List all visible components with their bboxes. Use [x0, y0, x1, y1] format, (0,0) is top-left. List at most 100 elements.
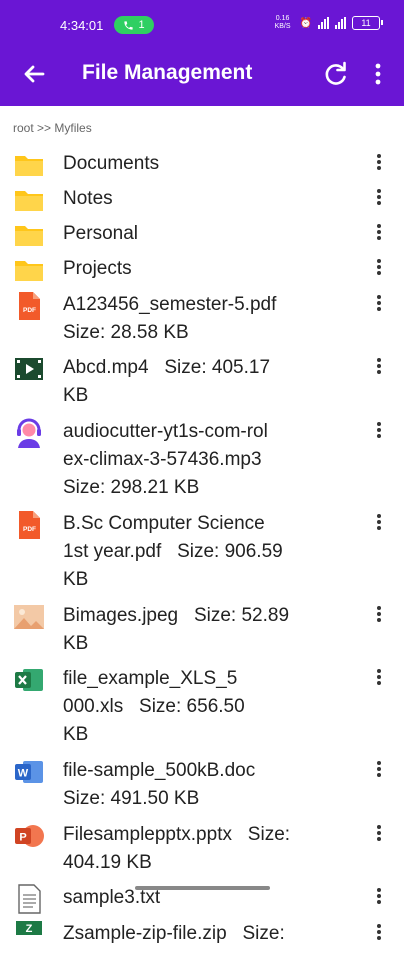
file-name-line: file_example_XLS_5 [63, 668, 238, 690]
more-options-icon[interactable] [368, 512, 390, 534]
file-name-line: KB [63, 724, 89, 746]
phone-icon [124, 20, 134, 30]
more-options-icon[interactable] [368, 356, 390, 378]
file-name-line: A123456_semester-5.pdf [63, 293, 277, 315]
folder-icon [13, 219, 45, 251]
file-name-line: ex-climax-3-57436.mp3 [63, 448, 262, 470]
more-options-icon[interactable] [368, 604, 390, 626]
file-name: B.Sc Computer Science 1st year.pdf Size: … [63, 510, 354, 594]
app-bar: File Management [0, 42, 404, 106]
alarm-icon: ⏰ [299, 17, 312, 29]
audio-icon [13, 417, 45, 449]
file-row[interactable]: Projects [0, 252, 404, 287]
file-name-line: file-sample_500kB.doc [63, 760, 256, 782]
file-name-line: B.Sc Computer Science [63, 512, 265, 534]
call-count: 1 [138, 19, 145, 31]
file-name: A123456_semester-5.pdf Size: 28.58 KB [63, 291, 354, 347]
more-options-icon[interactable] [368, 293, 390, 315]
file-name-line: Documents [63, 152, 160, 174]
file-name-line: audiocutter-yt1s-com-rol [63, 420, 268, 442]
file-name: file-sample_500kB.doc Size: 491.50 KB [63, 757, 354, 813]
signal-icon-2 [335, 17, 346, 29]
powerpoint-icon: P [13, 820, 45, 852]
file-name-line: Size: 491.50 KB [63, 788, 200, 810]
status-indicators: 0.16 KB/S ⏰ 11 [272, 15, 383, 31]
file-name-line: KB [63, 568, 89, 590]
refresh-icon[interactable] [320, 58, 352, 90]
more-options-icon[interactable] [368, 187, 390, 209]
status-time: 4:34:01 [60, 18, 104, 33]
file-name-line: KB [63, 385, 89, 407]
file-name: Personal [63, 220, 354, 248]
more-options-icon[interactable] [368, 420, 390, 442]
more-options-icon[interactable] [368, 222, 390, 244]
svg-text:PDF: PDF [23, 307, 36, 314]
more-options-icon[interactable] [368, 667, 390, 689]
file-name-line: Projects [63, 258, 132, 280]
file-row[interactable]: Wfile-sample_500kB.doc Size: 491.50 KB [0, 754, 404, 818]
file-row[interactable]: PDF A123456_semester-5.pdf Size: 28.58 KB [0, 287, 404, 351]
more-options-icon[interactable] [368, 257, 390, 279]
file-row[interactable]: Documents [0, 146, 404, 181]
folder-icon [13, 184, 45, 216]
file-row[interactable]: file_example_XLS_5 000.xls Size: 656.50 KB [0, 662, 404, 754]
pdf-icon: PDF [13, 290, 45, 322]
file-name-line: 404.19 KB [63, 851, 152, 873]
file-name-line: Filesamplepptx.pptx Size: [63, 823, 291, 845]
file-name: audiocutter-yt1s-com-rol ex-climax-3-5743… [63, 418, 354, 502]
pdf-icon: PDF [13, 509, 45, 541]
file-name-line: 000.xls Size: 656.50 [63, 696, 245, 718]
page-title: File Management [82, 61, 253, 84]
excel-icon [13, 664, 45, 696]
file-name-line: Abcd.mp4 Size: 405.17 [63, 357, 271, 379]
file-name: Projects [63, 255, 354, 283]
file-row[interactable]: Bimages.jpeg Size: 52.89 KB [0, 598, 404, 662]
word-icon: W [13, 756, 45, 788]
breadcrumb[interactable]: root >> Myfiles [13, 121, 92, 135]
more-options-icon[interactable] [368, 152, 390, 174]
svg-text:Z: Z [26, 923, 33, 935]
home-indicator[interactable] [135, 886, 270, 890]
more-options-icon[interactable] [368, 759, 390, 781]
file-row[interactable]: Abcd.mp4 Size: 405.17 KB [0, 351, 404, 415]
file-name-line: 1st year.pdf Size: 906.59 [63, 540, 283, 562]
battery-icon: 11 [352, 16, 383, 30]
text-file-icon [13, 883, 45, 915]
more-options-icon[interactable] [368, 922, 390, 944]
ongoing-call-pill[interactable]: 1 [114, 16, 154, 34]
signal-icon [318, 17, 329, 29]
zip-icon: Z [13, 919, 45, 951]
file-name: Filesamplepptx.pptx Size: 404.19 KB [63, 821, 354, 877]
file-name: Zsample-zip-file.zip Size: [63, 920, 354, 948]
image-icon [13, 601, 45, 633]
network-speed: 0.16 KB/S [274, 15, 291, 30]
file-row[interactable]: Z Zsample-zip-file.zip Size: [0, 916, 404, 951]
file-name: Notes [63, 185, 354, 213]
video-icon [13, 353, 45, 385]
file-row[interactable]: PDF B.Sc Computer Science 1st year.pdf Siz… [0, 506, 404, 598]
svg-text:W: W [18, 768, 29, 780]
file-name-line: KB [63, 632, 89, 654]
file-name-line: Personal [63, 223, 138, 245]
folder-icon [13, 254, 45, 286]
file-row[interactable]: P Filesamplepptx.pptx Size: 404.19 KB [0, 817, 404, 881]
file-name-line: Zsample-zip-file.zip Size: [63, 922, 285, 944]
back-arrow-icon[interactable] [18, 58, 50, 90]
file-name: Bimages.jpeg Size: 52.89 KB [63, 602, 354, 658]
file-row[interactable]: audiocutter-yt1s-com-rol ex-climax-3-5743… [0, 414, 404, 506]
file-name-line: Bimages.jpeg Size: 52.89 [63, 604, 290, 626]
file-name: file_example_XLS_5 000.xls Size: 656.50 KB [63, 665, 354, 749]
file-name-line: Size: 28.58 KB [63, 321, 189, 343]
file-name-line: Notes [63, 187, 113, 209]
folder-icon [13, 149, 45, 181]
status-bar: 4:34:01 1 0.16 KB/S ⏰ 11 [0, 0, 404, 42]
file-name: Abcd.mp4 Size: 405.17 KB [63, 354, 354, 410]
file-name: Documents [63, 150, 354, 178]
more-vert-icon[interactable] [362, 58, 394, 90]
file-row[interactable]: Notes [0, 181, 404, 216]
more-options-icon[interactable] [368, 886, 390, 908]
file-name-line: Size: 298.21 KB [63, 476, 200, 498]
more-options-icon[interactable] [368, 823, 390, 845]
file-row[interactable]: Personal [0, 217, 404, 252]
svg-text:P: P [19, 831, 26, 843]
